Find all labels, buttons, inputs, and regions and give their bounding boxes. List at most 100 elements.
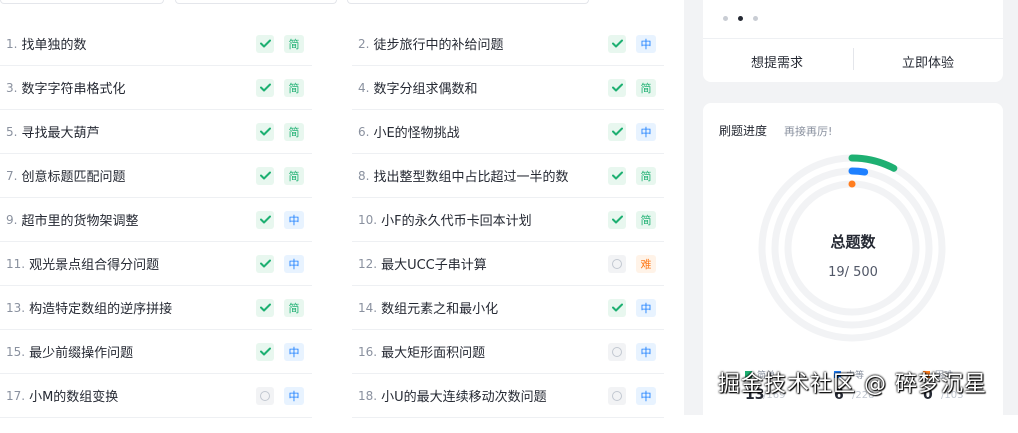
difficulty-badge: 中 <box>284 342 304 361</box>
problem-title[interactable]: 观光景点组合得分问题 <box>29 254 256 273</box>
problem-number: 11. <box>6 256 26 271</box>
carousel-dot[interactable] <box>753 16 758 21</box>
total-count: 19/ 500 <box>828 265 878 280</box>
check-icon <box>608 34 626 53</box>
check-icon <box>256 342 274 361</box>
problem-title[interactable]: 找出整型数组中占比超过一半的数 <box>373 166 608 185</box>
problem-number: 6. <box>358 124 370 139</box>
try-now-button[interactable]: 立即体验 <box>902 52 954 71</box>
action-separator <box>853 48 854 70</box>
problem-title[interactable]: 构造特定数组的逆序拼接 <box>29 298 256 317</box>
problem-title[interactable]: 找单独的数 <box>21 34 256 53</box>
problem-title[interactable]: 小F的永久代币卡回本计划 <box>381 210 608 229</box>
problem-row[interactable]: 11. 观光景点组合得分问题 中 <box>0 242 312 286</box>
check-icon <box>608 298 626 317</box>
problem-row[interactable]: 10. 小F的永久代币卡回本计划 简 <box>352 198 664 242</box>
difficulty-badge: 简 <box>284 34 304 53</box>
problem-title[interactable]: 最大矩形面积问题 <box>381 342 608 361</box>
problem-title[interactable]: 数字分组求偶数和 <box>373 78 608 97</box>
problem-row[interactable]: 9. 超市里的货物架调整 中 <box>0 198 312 242</box>
problem-number: 7. <box>6 168 18 183</box>
filter-field-1[interactable] <box>0 0 164 4</box>
difficulty-badge: 简 <box>284 298 304 317</box>
difficulty-badge: 简 <box>636 78 656 97</box>
problem-title[interactable]: 小M的数组变换 <box>29 386 256 405</box>
problem-row[interactable]: 2. 徒步旅行中的补给问题 中 <box>352 22 664 66</box>
problem-title[interactable]: 小E的怪物挑战 <box>373 122 608 141</box>
problem-title[interactable]: 数组元素之和最小化 <box>381 298 608 317</box>
banner-card: 想提需求 立即体验 <box>703 0 1003 82</box>
carousel-dots <box>723 16 758 21</box>
problem-number: 18. <box>358 388 378 403</box>
problem-row[interactable]: 17. 小M的数组变换 中 <box>0 374 312 418</box>
problem-row[interactable]: 3. 数字字符串格式化 简 <box>0 66 312 110</box>
progress-title: 刷题进度 <box>719 124 768 138</box>
check-icon <box>256 166 274 185</box>
problem-title[interactable]: 数字字符串格式化 <box>21 78 256 97</box>
unsolved-circle-icon <box>256 386 274 405</box>
problem-row[interactable]: 8. 找出整型数组中占比超过一半的数 简 <box>352 154 664 198</box>
check-icon <box>256 298 274 317</box>
check-icon <box>256 254 274 273</box>
problem-row[interactable]: 15. 最少前缀操作问题 中 <box>0 330 312 374</box>
total-label: 总题数 <box>830 233 876 251</box>
watermark: 掘金技术社区 @ 碎梦沉星 <box>718 372 987 397</box>
problem-row[interactable]: 12. 最大UCC子串计算 难 <box>352 242 664 286</box>
problem-row[interactable]: 14. 数组元素之和最小化 中 <box>352 286 664 330</box>
problem-row[interactable]: 4. 数字分组求偶数和 简 <box>352 66 664 110</box>
request-feature-button[interactable]: 想提需求 <box>751 52 803 71</box>
problem-number: 8. <box>358 168 370 183</box>
filter-field-3[interactable] <box>347 0 589 4</box>
problem-title[interactable]: 寻找最大葫芦 <box>21 122 256 141</box>
unsolved-circle-icon <box>608 254 626 273</box>
problem-row[interactable]: 13. 构造特定数组的逆序拼接 简 <box>0 286 312 330</box>
check-icon <box>256 34 274 53</box>
problem-title[interactable]: 小U的最大连续移动次数问题 <box>381 386 608 405</box>
problem-number: 3. <box>6 80 18 95</box>
problem-number: 15. <box>6 344 26 359</box>
problem-title[interactable]: 超市里的货物架调整 <box>21 210 256 229</box>
unsolved-circle-icon <box>608 342 626 361</box>
problem-number: 14. <box>358 300 378 315</box>
difficulty-badge: 简 <box>636 210 656 229</box>
problem-title[interactable]: 最少前缀操作问题 <box>29 342 256 361</box>
filter-field-2[interactable] <box>175 0 337 4</box>
difficulty-badge: 中 <box>636 34 656 53</box>
difficulty-badge: 简 <box>284 166 304 185</box>
card-divider <box>703 38 1003 39</box>
difficulty-badge: 中 <box>636 122 656 141</box>
problem-title[interactable]: 最大UCC子串计算 <box>381 254 608 273</box>
problem-row[interactable]: 6. 小E的怪物挑战 中 <box>352 110 664 154</box>
problem-row[interactable]: 7. 创意标题匹配问题 简 <box>0 154 312 198</box>
problem-title[interactable]: 徒步旅行中的补给问题 <box>373 34 608 53</box>
problem-row[interactable]: 16. 最大矩形面积问题 中 <box>352 330 664 374</box>
difficulty-badge: 中 <box>636 298 656 317</box>
difficulty-badge: 简 <box>284 122 304 141</box>
problem-number: 16. <box>358 344 378 359</box>
check-icon <box>608 166 626 185</box>
difficulty-badge: 中 <box>636 342 656 361</box>
check-icon <box>608 210 626 229</box>
problem-number: 10. <box>358 212 378 227</box>
problem-number: 13. <box>6 300 26 315</box>
carousel-dot[interactable] <box>723 16 728 21</box>
check-icon <box>608 78 626 97</box>
difficulty-badge: 中 <box>284 386 304 405</box>
medium-progress-arc <box>848 167 869 176</box>
check-icon <box>608 122 626 141</box>
carousel-dot[interactable] <box>738 16 743 21</box>
problem-number: 9. <box>6 212 18 227</box>
problem-row[interactable]: 1. 找单独的数 简 <box>0 22 312 66</box>
difficulty-badge: 中 <box>636 386 656 405</box>
problem-row[interactable]: 18. 小U的最大连续移动次数问题 中 <box>352 374 664 418</box>
difficulty-badge: 中 <box>284 254 304 273</box>
problem-title[interactable]: 创意标题匹配问题 <box>21 166 256 185</box>
difficulty-badge: 简 <box>284 78 304 97</box>
problem-number: 2. <box>358 36 370 51</box>
difficulty-badge: 中 <box>284 210 304 229</box>
problem-row[interactable]: 5. 寻找最大葫芦 简 <box>0 110 312 154</box>
difficulty-badge: 难 <box>636 254 656 273</box>
easy-progress-arc <box>848 154 898 172</box>
check-icon <box>256 78 274 97</box>
progress-subtitle: 再接再厉! <box>784 125 833 138</box>
